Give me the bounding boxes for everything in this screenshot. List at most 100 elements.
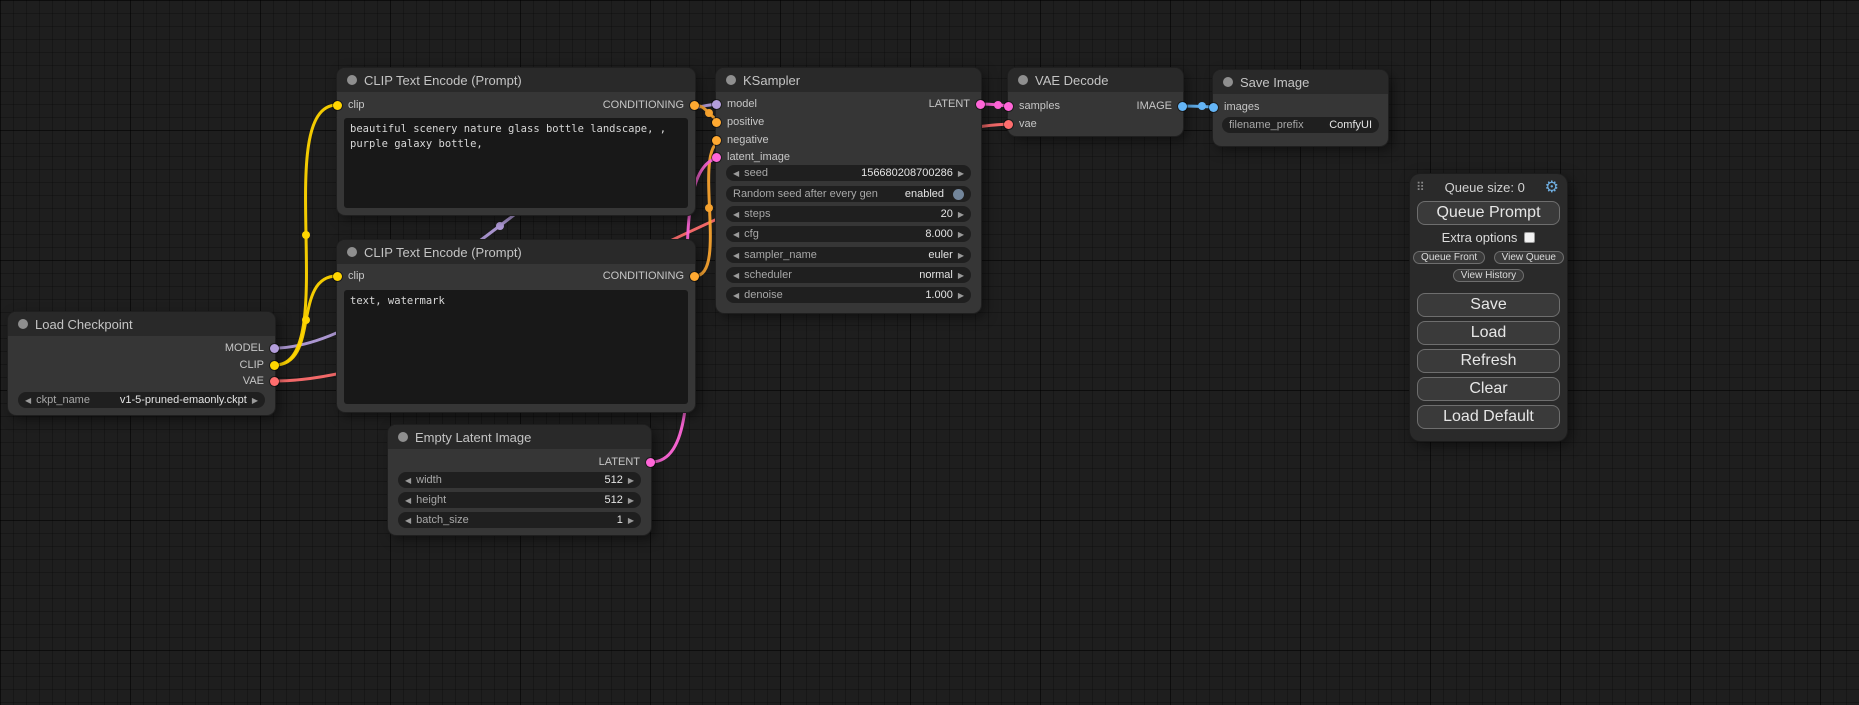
node-title-bar[interactable]: CLIP Text Encode (Prompt): [337, 240, 695, 264]
input-slot-positive[interactable]: positive: [712, 115, 764, 129]
widget-denoise[interactable]: ◀ denoise 1.000 ▶: [726, 287, 971, 303]
clear-button[interactable]: Clear: [1417, 377, 1560, 401]
decrement-arrow-icon[interactable]: ◀: [405, 496, 411, 505]
model-slot-dot[interactable]: [712, 100, 721, 109]
widget-sampler-name[interactable]: ◀ sampler_name euler ▶: [726, 247, 971, 263]
decrement-arrow-icon[interactable]: ◀: [733, 271, 739, 280]
latent-slot-dot[interactable]: [976, 100, 985, 109]
input-slot-clip[interactable]: clip: [333, 98, 365, 112]
decrement-arrow-icon[interactable]: ◀: [733, 210, 739, 219]
increment-arrow-icon[interactable]: ▶: [958, 291, 964, 300]
widget-batch-size[interactable]: ◀ batch_size 1 ▶: [398, 512, 641, 528]
collapse-dot-icon[interactable]: [347, 247, 357, 257]
increment-arrow-icon[interactable]: ▶: [628, 476, 634, 485]
increment-arrow-icon[interactable]: ▶: [628, 516, 634, 525]
clip-slot-dot[interactable]: [333, 101, 342, 110]
view-history-button[interactable]: View History: [1453, 269, 1524, 282]
input-slot-samples[interactable]: samples: [1004, 99, 1060, 113]
output-slot-image[interactable]: IMAGE: [1137, 99, 1187, 113]
output-slot-latent[interactable]: LATENT: [599, 455, 655, 469]
widget-cfg[interactable]: ◀ cfg 8.000 ▶: [726, 226, 971, 242]
decrement-arrow-icon[interactable]: ◀: [733, 169, 739, 178]
node-load-checkpoint[interactable]: Load Checkpoint MODEL CLIP VAE ◀ ckpt_na…: [8, 312, 275, 415]
collapse-dot-icon[interactable]: [726, 75, 736, 85]
widget-seed[interactable]: ◀ seed 156680208700286 ▶: [726, 165, 971, 181]
node-title-bar[interactable]: Load Checkpoint: [8, 312, 275, 336]
increment-arrow-icon[interactable]: ▶: [958, 169, 964, 178]
widget-steps[interactable]: ◀ steps 20 ▶: [726, 206, 971, 222]
image-slot-dot[interactable]: [1178, 102, 1187, 111]
widget-scheduler[interactable]: ◀ scheduler normal ▶: [726, 267, 971, 283]
widget-height[interactable]: ◀ height 512 ▶: [398, 492, 641, 508]
output-slot-latent[interactable]: LATENT: [929, 97, 985, 111]
increment-arrow-icon[interactable]: ▶: [958, 271, 964, 280]
queue-front-button[interactable]: Queue Front: [1413, 251, 1485, 264]
collapse-dot-icon[interactable]: [1223, 77, 1233, 87]
vae-slot-dot[interactable]: [1004, 120, 1013, 129]
increment-arrow-icon[interactable]: ▶: [958, 230, 964, 239]
decrement-arrow-icon[interactable]: ◀: [25, 396, 31, 405]
node-title-bar[interactable]: VAE Decode: [1008, 68, 1183, 92]
save-button[interactable]: Save: [1417, 293, 1560, 317]
load-default-button[interactable]: Load Default: [1417, 405, 1560, 429]
prompt-textarea[interactable]: beautiful scenery nature glass bottle la…: [344, 118, 688, 208]
node-title-bar[interactable]: Empty Latent Image: [388, 425, 651, 449]
decrement-arrow-icon[interactable]: ◀: [733, 230, 739, 239]
extra-options-checkbox[interactable]: [1524, 232, 1535, 243]
output-slot-clip[interactable]: CLIP: [240, 358, 279, 372]
widget-filename-prefix[interactable]: filename_prefix ComfyUI: [1222, 117, 1379, 133]
increment-arrow-icon[interactable]: ▶: [628, 496, 634, 505]
drag-handle-icon[interactable]: ⠿: [1416, 180, 1425, 194]
decrement-arrow-icon[interactable]: ◀: [733, 291, 739, 300]
refresh-button[interactable]: Refresh: [1417, 349, 1560, 373]
input-slot-images[interactable]: images: [1209, 100, 1259, 114]
input-slot-latent-image[interactable]: latent_image: [712, 150, 790, 164]
node-vae-decode[interactable]: VAE Decode samples vae IMAGE: [1008, 68, 1183, 136]
increment-arrow-icon[interactable]: ▶: [958, 251, 964, 260]
input-slot-vae[interactable]: vae: [1004, 117, 1037, 131]
widget-ckpt-name[interactable]: ◀ ckpt_name v1-5-pruned-emaonly.ckpt ▶: [18, 392, 265, 408]
input-slot-clip[interactable]: clip: [333, 269, 365, 283]
node-save-image[interactable]: Save Image images filename_prefix ComfyU…: [1213, 70, 1388, 146]
latent-slot-dot[interactable]: [1004, 102, 1013, 111]
conditioning-slot-dot[interactable]: [690, 101, 699, 110]
image-slot-dot[interactable]: [1209, 103, 1218, 112]
latent-slot-dot[interactable]: [646, 458, 655, 467]
node-ksampler[interactable]: KSampler model positive negative latent_…: [716, 68, 981, 313]
increment-arrow-icon[interactable]: ▶: [958, 210, 964, 219]
collapse-dot-icon[interactable]: [347, 75, 357, 85]
clip-slot-dot[interactable]: [270, 361, 279, 370]
input-slot-model[interactable]: model: [712, 97, 757, 111]
node-title-bar[interactable]: Save Image: [1213, 70, 1388, 94]
node-graph-canvas[interactable]: Load Checkpoint MODEL CLIP VAE ◀ ckpt_na…: [0, 0, 1859, 705]
collapse-dot-icon[interactable]: [18, 319, 28, 329]
output-slot-vae[interactable]: VAE: [243, 374, 279, 388]
collapse-dot-icon[interactable]: [398, 432, 408, 442]
input-slot-negative[interactable]: negative: [712, 133, 769, 147]
output-slot-model[interactable]: MODEL: [225, 341, 279, 355]
decrement-arrow-icon[interactable]: ◀: [405, 516, 411, 525]
clip-slot-dot[interactable]: [333, 272, 342, 281]
node-clip-text-encode-positive[interactable]: CLIP Text Encode (Prompt) clip CONDITION…: [337, 68, 695, 215]
queue-prompt-button[interactable]: Queue Prompt: [1417, 201, 1560, 225]
node-title-bar[interactable]: KSampler: [716, 68, 981, 92]
widget-random-seed-toggle[interactable]: Random seed after every gen enabled: [726, 186, 971, 202]
prompt-textarea[interactable]: text, watermark: [344, 290, 688, 404]
latent-slot-dot[interactable]: [712, 153, 721, 162]
collapse-dot-icon[interactable]: [1018, 75, 1028, 85]
model-slot-dot[interactable]: [270, 344, 279, 353]
toggle-knob-icon[interactable]: [953, 189, 964, 200]
vae-slot-dot[interactable]: [270, 377, 279, 386]
conditioning-slot-dot[interactable]: [712, 136, 721, 145]
node-title-bar[interactable]: CLIP Text Encode (Prompt): [337, 68, 695, 92]
decrement-arrow-icon[interactable]: ◀: [733, 251, 739, 260]
load-button[interactable]: Load: [1417, 321, 1560, 345]
output-slot-conditioning[interactable]: CONDITIONING: [603, 98, 699, 112]
widget-width[interactable]: ◀ width 512 ▶: [398, 472, 641, 488]
increment-arrow-icon[interactable]: ▶: [252, 396, 258, 405]
conditioning-slot-dot[interactable]: [712, 118, 721, 127]
view-queue-button[interactable]: View Queue: [1494, 251, 1564, 264]
node-empty-latent-image[interactable]: Empty Latent Image LATENT ◀ width 512 ▶ …: [388, 425, 651, 535]
decrement-arrow-icon[interactable]: ◀: [405, 476, 411, 485]
settings-gear-icon[interactable]: ⚙: [1545, 179, 1559, 195]
